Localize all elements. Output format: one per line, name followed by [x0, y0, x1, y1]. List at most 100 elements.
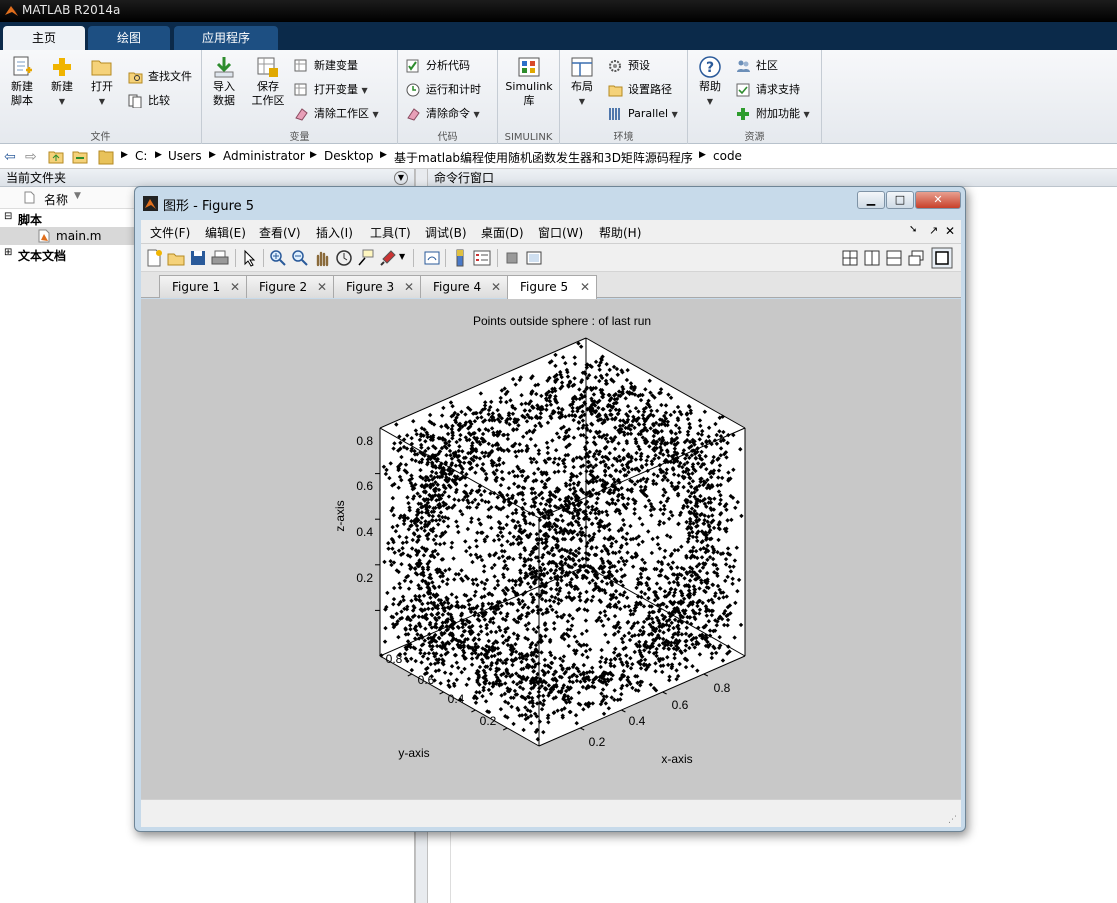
browse-folder-icon[interactable]: [72, 149, 88, 164]
figure-canvas[interactable]: Points outside sphere : of last run 0.2 …: [141, 299, 961, 799]
column-name-header[interactable]: 名称: [44, 191, 68, 208]
close-tab-icon[interactable]: ✕: [580, 276, 590, 298]
community-button[interactable]: 社区: [736, 56, 778, 76]
minimize-button[interactable]: ▁: [857, 191, 885, 209]
preferences-button[interactable]: 预设: [608, 56, 650, 76]
maximize-figure-icon[interactable]: [931, 247, 953, 269]
close-tab-icon[interactable]: ✕: [404, 276, 414, 298]
tree-file-main[interactable]: main.m: [0, 227, 134, 245]
up-folder-icon[interactable]: [48, 149, 64, 164]
legend-icon[interactable]: [473, 249, 491, 267]
clear-workspace-button[interactable]: 清除工作区 ▼: [294, 104, 379, 124]
close-tab-icon[interactable]: ✕: [491, 276, 501, 298]
colorbar-icon[interactable]: [451, 249, 469, 267]
brush-icon[interactable]: [379, 249, 397, 267]
tile-grid-icon[interactable]: [841, 249, 859, 267]
pan-hand-icon[interactable]: [313, 249, 331, 267]
tab-home[interactable]: 主页: [3, 26, 85, 50]
breadcrumb-users[interactable]: Users: [168, 149, 202, 163]
addons-button[interactable]: 附加功能 ▼: [736, 104, 810, 124]
back-arrow-icon[interactable]: ⇦: [4, 149, 16, 165]
hide-plot-tools-icon[interactable]: [503, 249, 521, 267]
layout-button[interactable]: 布局 ▼: [564, 56, 600, 109]
figure-window[interactable]: 图形 - Figure 5 ▁ □ ✕ 文件(F) 编辑(E) 查看(V) 插入…: [134, 186, 966, 832]
request-support-button[interactable]: 请求支持: [736, 80, 800, 100]
breadcrumb-code[interactable]: code: [713, 149, 742, 163]
close-tab-icon[interactable]: ✕: [230, 276, 240, 298]
menu-insert[interactable]: 插入(I): [316, 224, 353, 241]
tab-figure-4[interactable]: Figure 4 ✕: [420, 275, 508, 298]
menu-file[interactable]: 文件(F): [150, 224, 190, 241]
close-menu-icon[interactable]: ✕: [945, 224, 955, 238]
undock-icon[interactable]: ↗: [929, 224, 938, 237]
menu-desktop[interactable]: 桌面(D): [481, 224, 524, 241]
run-and-time-button[interactable]: 运行和计时: [406, 80, 481, 100]
breadcrumb-administrator[interactable]: Administrator: [223, 149, 305, 163]
tab-figure-3[interactable]: Figure 3 ✕: [333, 275, 421, 298]
folder-open-icon: [91, 60, 112, 76]
parallel-button[interactable]: Parallel ▼: [608, 104, 678, 124]
save-workspace-button[interactable]: 保存 工作区: [248, 56, 288, 108]
menu-debug[interactable]: 调试(B): [425, 224, 467, 241]
tab-apps[interactable]: 应用程序: [174, 26, 278, 50]
command-window-header: 命令行窗口: [428, 169, 1117, 187]
scatter3-plot[interactable]: Points outside sphere : of last run 0.2 …: [141, 299, 961, 799]
address-bar: ⇦ ⇨ ▶ C: ▶ Users ▶ Administrator ▶ Deskt…: [0, 145, 1117, 169]
breadcrumb-c[interactable]: C:: [135, 149, 147, 163]
new-figure-icon[interactable]: [145, 249, 163, 267]
menu-edit[interactable]: 编辑(E): [205, 224, 246, 241]
brush-dropdown-icon[interactable]: ▼: [399, 252, 405, 261]
open-button[interactable]: 打开 ▼: [84, 56, 120, 109]
resize-grip-icon[interactable]: ⋰: [948, 815, 957, 825]
help-button[interactable]: ? 帮助 ▼: [692, 56, 728, 109]
find-files-button[interactable]: 查找文件: [128, 67, 192, 87]
tab-figure-5[interactable]: Figure 5 ✕: [507, 275, 597, 299]
close-button[interactable]: ✕: [915, 191, 961, 209]
set-path-button[interactable]: 设置路径: [608, 80, 672, 100]
new-label: 新建: [51, 80, 73, 93]
show-plot-tools-icon[interactable]: [525, 249, 543, 267]
close-tab-icon[interactable]: ✕: [317, 276, 327, 298]
folder-docs-label: 文本文档: [18, 249, 67, 263]
analyze-code-button[interactable]: 分析代码: [406, 56, 470, 76]
plus-icon: [53, 58, 71, 76]
link-plot-icon[interactable]: [423, 249, 441, 267]
import-data-button[interactable]: 导入 数据: [206, 56, 242, 108]
float-icon[interactable]: [907, 249, 925, 267]
maximize-button[interactable]: □: [886, 191, 914, 209]
save-icon[interactable]: [189, 249, 207, 267]
tab-plots[interactable]: 绘图: [88, 26, 170, 50]
rotate-3d-icon[interactable]: [335, 249, 353, 267]
menu-help[interactable]: 帮助(H): [599, 224, 641, 241]
pointer-icon[interactable]: [241, 249, 259, 267]
panel-menu-icon[interactable]: ▼: [394, 171, 408, 185]
print-icon[interactable]: [211, 249, 229, 267]
tab-figure-2[interactable]: Figure 2 ✕: [246, 275, 334, 298]
zoom-in-icon[interactable]: [269, 249, 287, 267]
parallel-label: Parallel: [628, 107, 669, 120]
clear-commands-button[interactable]: 清除命令 ▼: [406, 104, 480, 124]
sort-icon[interactable]: ▼: [74, 191, 81, 201]
menu-window[interactable]: 窗口(W): [538, 224, 583, 241]
help-label: 帮助: [699, 80, 721, 93]
breadcrumb-desktop[interactable]: Desktop: [324, 149, 374, 163]
open-file-icon[interactable]: [167, 249, 185, 267]
new-variable-button[interactable]: 新建变量: [294, 56, 358, 76]
dock-arrow-icon[interactable]: ➘: [909, 224, 917, 235]
zoom-out-icon[interactable]: [291, 249, 309, 267]
tile-columns-icon[interactable]: [863, 249, 881, 267]
data-cursor-icon[interactable]: [357, 249, 375, 267]
tab-figure-1[interactable]: Figure 1 ✕: [159, 275, 247, 298]
new-script-button[interactable]: 新建 脚本: [4, 56, 40, 108]
open-variable-button[interactable]: 打开变量 ▼: [294, 80, 368, 100]
breadcrumb-project-folder[interactable]: 基于matlab编程使用随机函数发生器和3D矩阵源码程序: [394, 149, 693, 166]
forward-arrow-icon[interactable]: ⇨: [25, 149, 37, 165]
expand-icon[interactable]: ⊞: [4, 247, 12, 258]
simulink-library-button[interactable]: Simulink 库: [504, 56, 554, 108]
tile-rows-icon[interactable]: [885, 249, 903, 267]
collapse-icon[interactable]: ⊟: [4, 211, 12, 222]
menu-view[interactable]: 查看(V): [259, 224, 301, 241]
menu-tools[interactable]: 工具(T): [370, 224, 411, 241]
compare-button[interactable]: 比较: [128, 91, 170, 111]
new-button[interactable]: 新建 ▼: [44, 56, 80, 109]
